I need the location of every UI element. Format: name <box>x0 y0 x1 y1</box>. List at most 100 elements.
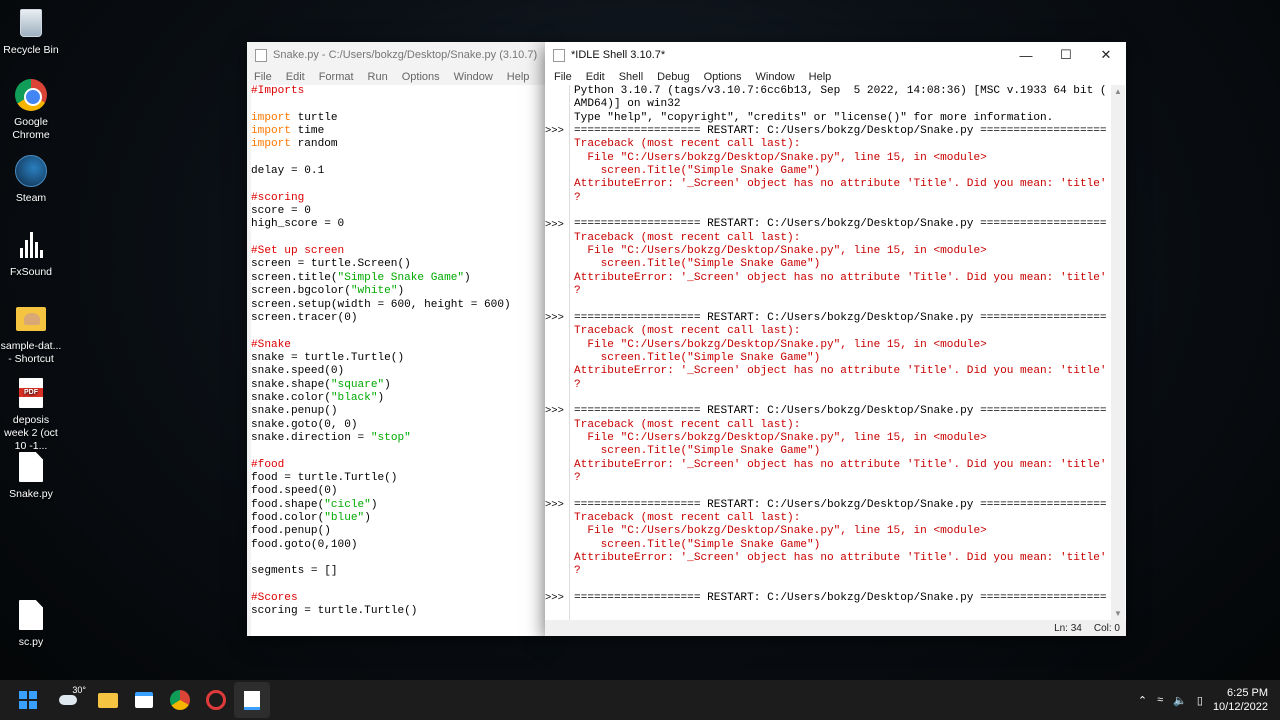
maximize-button[interactable]: ☐ <box>1046 42 1086 68</box>
weather-widget[interactable]: 30° <box>46 682 90 718</box>
wifi-icon[interactable]: ≈ <box>1157 694 1163 706</box>
menu-help[interactable]: Help <box>500 71 537 83</box>
python-file-icon <box>255 48 267 62</box>
cloud-icon <box>59 695 77 705</box>
shell-scrollbar[interactable]: ▲ ▼ <box>1111 85 1125 620</box>
start-button[interactable] <box>10 682 46 718</box>
code-editor[interactable]: #Imports import turtle import time impor… <box>251 85 547 636</box>
editor-menubar: File Edit Format Run Options Window Help <box>247 68 547 86</box>
chrome-icon <box>15 79 47 111</box>
chrome-icon <box>170 690 190 710</box>
file-explorer-button[interactable] <box>90 682 126 718</box>
minimize-button[interactable]: — <box>1006 42 1046 68</box>
desktop-icon-sc-py[interactable]: sc.py <box>0 598 62 649</box>
shell-statusbar: Ln: 34 Col: 0 <box>545 620 1126 636</box>
traceback-line: ? <box>574 191 581 204</box>
menu-file[interactable]: File <box>547 71 579 83</box>
traceback-line: File "C:/Users/bokzg/Desktop/Snake.py", … <box>574 525 987 538</box>
chrome-taskbar-button[interactable] <box>162 682 198 718</box>
traceback-line: Traceback (most recent call last): <box>574 138 801 151</box>
desktop-icon-fxsound[interactable]: FxSound <box>0 228 62 279</box>
desktop-icon-label: FxSound <box>9 266 53 278</box>
shell-titlebar[interactable]: *IDLE Shell 3.10.7* — ☐ ✕ <box>545 42 1126 68</box>
desktop-icon-snake-py[interactable]: Snake.py <box>0 450 62 501</box>
menu-edit[interactable]: Edit <box>279 71 312 83</box>
windows-logo-icon <box>19 691 37 709</box>
menu-help[interactable]: Help <box>802 71 839 83</box>
menu-edit[interactable]: Edit <box>579 71 612 83</box>
python-file-icon <box>553 48 565 62</box>
desktop-icon-label: sc.py <box>18 636 44 648</box>
traceback-line: ? <box>574 565 581 578</box>
menu-shell[interactable]: Shell <box>612 71 650 83</box>
shell-prompt: >>> <box>545 218 564 231</box>
traceback-line: AttributeError: '_Screen' object has no … <box>574 271 1107 284</box>
desktop-icon-recycle-bin[interactable]: Recycle Bin <box>0 6 62 57</box>
pdf-file-icon <box>19 378 43 408</box>
menu-format[interactable]: Format <box>312 71 361 83</box>
idle-taskbar-button[interactable] <box>234 682 270 718</box>
shell-prompt: >>> <box>545 311 564 324</box>
shell-banner-line: Python 3.10.7 (tags/v3.10.7:6cc6b13, Sep… <box>574 85 1107 97</box>
scroll-up-icon[interactable]: ▲ <box>1114 87 1122 96</box>
target-icon <box>206 690 226 710</box>
python-file-icon <box>19 600 43 630</box>
traceback-line: File "C:/Users/bokzg/Desktop/Snake.py", … <box>574 151 987 164</box>
shell-output[interactable]: Python 3.10.7 (tags/v3.10.7:6cc6b13, Sep… <box>574 85 1110 620</box>
idle-shell-window[interactable]: *IDLE Shell 3.10.7* — ☐ ✕ File Edit Shel… <box>545 42 1126 636</box>
folder-shortcut-icon <box>16 307 46 331</box>
volume-icon[interactable]: 🔈 <box>1173 694 1187 707</box>
shell-title: *IDLE Shell 3.10.7* <box>571 49 666 61</box>
traceback-line: Traceback (most recent call last): <box>574 418 801 431</box>
weather-temp: 30° <box>72 685 86 695</box>
restart-line: =================== RESTART: C:/Users/bo… <box>574 125 1107 138</box>
traceback-line: screen.Title("Simple Snake Game") <box>574 258 821 271</box>
editor-window[interactable]: Snake.py - C:/Users/bokzg/Desktop/Snake.… <box>247 42 547 636</box>
shell-banner-line: AMD64)] on win32 <box>574 98 681 111</box>
traceback-line: AttributeError: '_Screen' object has no … <box>574 365 1107 378</box>
menu-window[interactable]: Window <box>447 71 500 83</box>
desktop-icon-sample-data-shortcut[interactable]: sample-dat... - Shortcut <box>0 302 62 366</box>
traceback-line: AttributeError: '_Screen' object has no … <box>574 552 1107 565</box>
menu-file[interactable]: File <box>247 71 279 83</box>
traceback-line: screen.Title("Simple Snake Game") <box>574 445 821 458</box>
scroll-down-icon[interactable]: ▼ <box>1114 609 1122 618</box>
editor-title: Snake.py - C:/Users/bokzg/Desktop/Snake.… <box>273 49 538 61</box>
chevron-up-icon[interactable]: ⌃ <box>1138 694 1147 707</box>
restart-line: =================== RESTART: C:/Users/bo… <box>574 592 1107 605</box>
folder-icon <box>98 692 118 708</box>
menu-debug[interactable]: Debug <box>650 71 696 83</box>
taskbar: 30° ⌃ ≈ 🔈 ▯ 6:25 PM 10/12/2022 <box>0 680 1280 720</box>
traceback-line: Traceback (most recent call last): <box>574 512 801 524</box>
desktop-icon-label: Snake.py <box>9 488 53 500</box>
editor-titlebar[interactable]: Snake.py - C:/Users/bokzg/Desktop/Snake.… <box>247 42 547 68</box>
shell-banner-line: Type "help", "copyright", "credits" or "… <box>574 111 1054 124</box>
desktop-icon-chrome[interactable]: Google Chrome <box>0 78 62 142</box>
shell-prompt: >>> <box>545 498 564 511</box>
idle-icon <box>244 690 260 710</box>
shell-prompt: >>> <box>545 125 564 138</box>
desktop-icon-steam[interactable]: Steam <box>0 154 62 205</box>
close-button[interactable]: ✕ <box>1086 42 1126 68</box>
menu-options[interactable]: Options <box>395 71 447 83</box>
shell-menubar: File Edit Shell Debug Options Window Hel… <box>545 68 1126 86</box>
menu-window[interactable]: Window <box>749 71 802 83</box>
clock-date: 10/12/2022 <box>1212 701 1268 713</box>
restart-line: =================== RESTART: C:/Users/bo… <box>574 405 1107 418</box>
app-taskbar-button[interactable] <box>198 682 234 718</box>
battery-icon[interactable]: ▯ <box>1197 694 1203 707</box>
traceback-line: ? <box>574 285 581 298</box>
clock[interactable]: 6:25 PM 10/12/2022 <box>1213 686 1268 714</box>
restart-line: =================== RESTART: C:/Users/bo… <box>574 218 1107 231</box>
fxsound-icon <box>19 232 43 258</box>
store-button[interactable] <box>126 682 162 718</box>
status-line: Ln: 34 <box>1054 622 1082 634</box>
traceback-line: File "C:/Users/bokzg/Desktop/Snake.py", … <box>574 431 987 444</box>
menu-run[interactable]: Run <box>361 71 395 83</box>
traceback-line: Traceback (most recent call last): <box>574 325 801 338</box>
menu-options[interactable]: Options <box>697 71 749 83</box>
desktop-icon-deposis-pdf[interactable]: deposis week 2 (oct 10 -1... <box>0 376 62 453</box>
